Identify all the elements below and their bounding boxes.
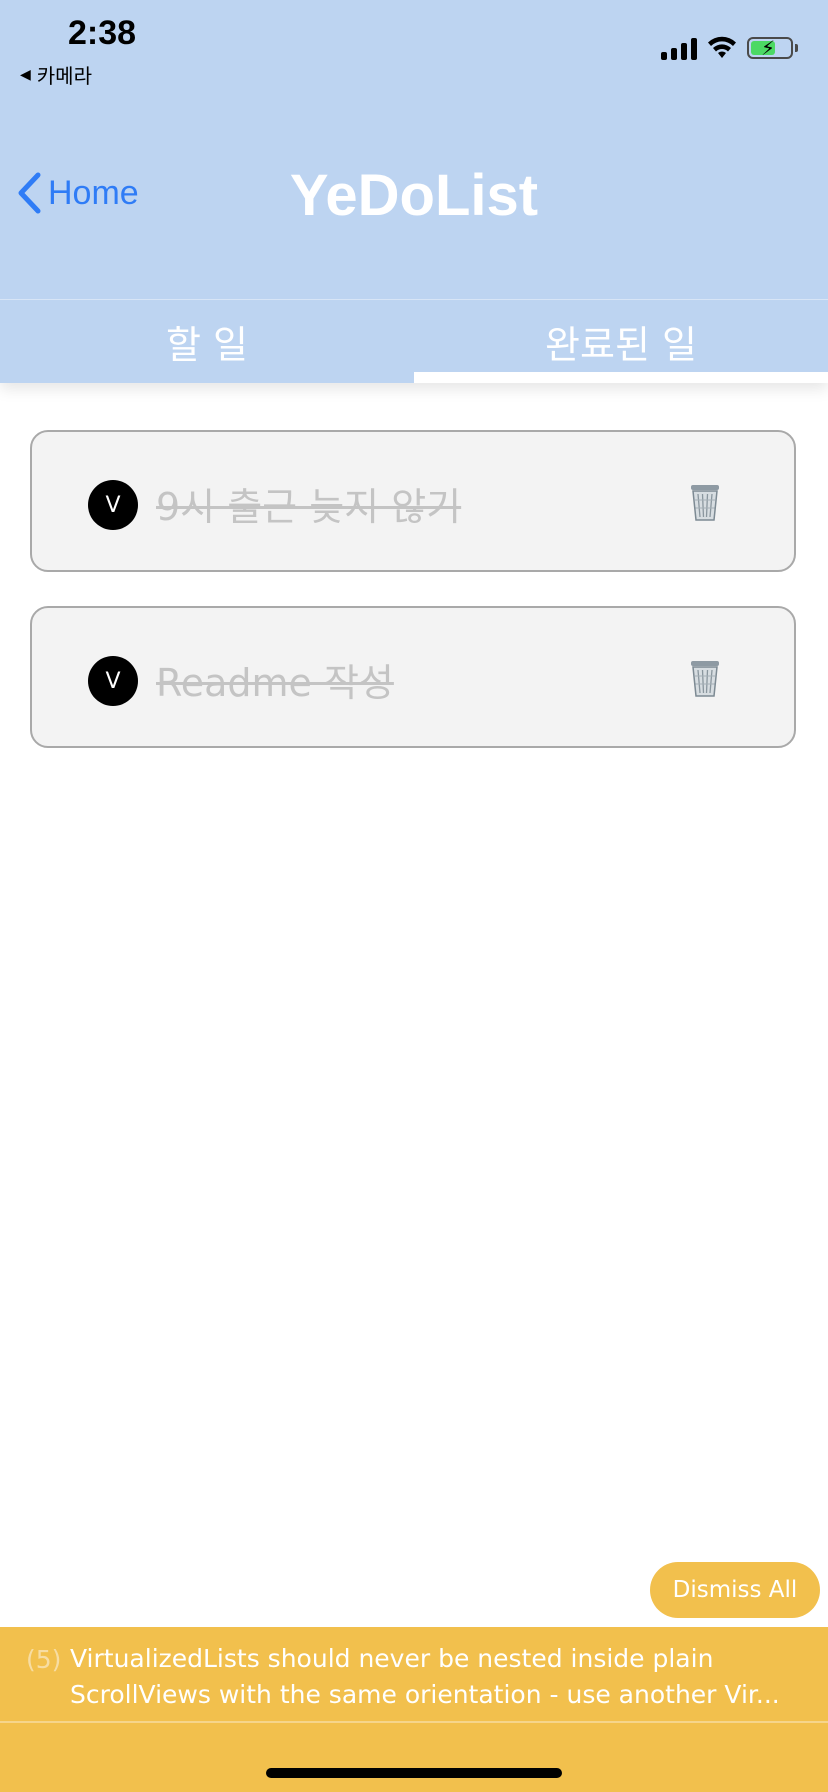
todo-text[interactable]: Readme 작성 (156, 652, 394, 707)
dismiss-all-button[interactable]: Dismiss All (650, 1562, 820, 1618)
page-title: YeDoList (289, 163, 539, 228)
warning-count: (5) (26, 1645, 62, 1674)
active-tab-indicator (414, 372, 828, 383)
tab-completed[interactable]: 완료된 일 (414, 300, 828, 383)
home-indicator[interactable] (266, 1768, 562, 1778)
status-time: 2:38 (68, 14, 137, 52)
battery-tip (795, 44, 798, 52)
complete-toggle-button[interactable]: V (88, 480, 138, 530)
cellular-signal-icon (661, 36, 697, 60)
tab-todo-label: 할 일 (166, 323, 248, 367)
todo-item: V 9시 출근 늦지 않기 (30, 430, 796, 572)
warning-line-2: ScrollViews with the same orientation - … (70, 1680, 780, 1709)
tab-todo[interactable]: 할 일 (0, 300, 414, 383)
trash-icon[interactable] (688, 658, 722, 698)
warning-message: VirtualizedLists should never be nested … (70, 1641, 810, 1713)
warning-divider (0, 1721, 828, 1723)
wifi-icon (708, 36, 736, 58)
status-back-label: 카메라 (36, 64, 92, 88)
tab-completed-label: 완료된 일 (545, 323, 697, 367)
trash-icon[interactable] (688, 482, 722, 522)
complete-toggle-button[interactable]: V (88, 656, 138, 706)
battery-icon: ⚡ (747, 36, 793, 60)
warning-line-1: VirtualizedLists should never be nested … (70, 1644, 714, 1673)
status-back-to-app[interactable]: ◀ 카메라 (20, 60, 92, 89)
todo-item: V Readme 작성 (30, 606, 796, 748)
back-triangle-icon: ◀ (20, 66, 31, 83)
status-icons: ⚡ (661, 36, 798, 60)
todo-text[interactable]: 9시 출근 늦지 않기 (156, 476, 461, 531)
tab-bar: 할 일 완료된 일 (0, 300, 828, 383)
app-header: 2:38 ◀ 카메라 ⚡ Home YeDoList 할 일 완료된 일 (0, 0, 828, 383)
